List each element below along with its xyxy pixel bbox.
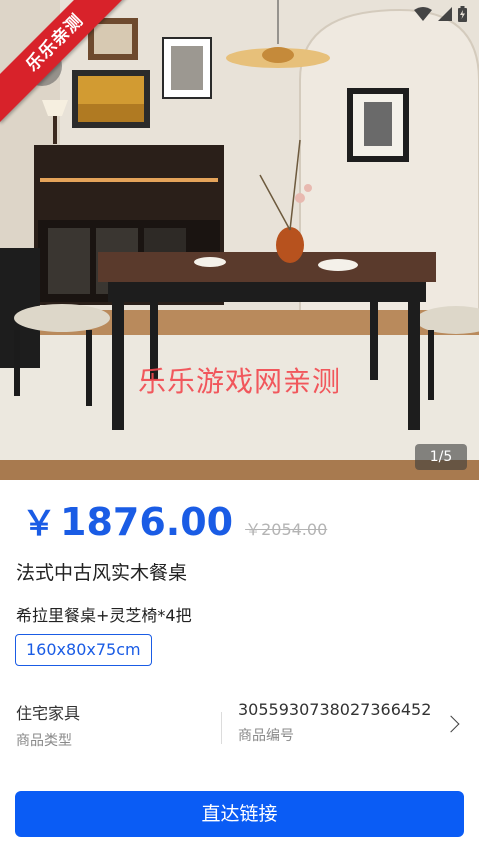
status-bar [414, 6, 467, 22]
chevron-right-icon[interactable] [442, 715, 460, 733]
size-option-chip[interactable]: 160x80x75cm [15, 634, 152, 666]
battery-icon [458, 6, 467, 22]
wifi-icon [414, 7, 432, 21]
dining-room-photo [0, 0, 479, 480]
signal-icon [438, 7, 452, 21]
product-variant: 希拉里餐桌+灵芝椅*4把 [16, 606, 192, 625]
product-image-gallery[interactable]: 乐乐亲测 乐乐游戏网亲测 1/5 [0, 0, 479, 480]
price-row: ￥ 1876.00 ￥2054.00 [22, 496, 327, 545]
sku-label: 商品编号 [238, 728, 294, 744]
current-price: 1876.00 [60, 500, 234, 544]
product-meta-row[interactable]: 住宅家具 商品类型 3055930738027366452 商品编号 [0, 700, 479, 756]
meta-divider [221, 712, 222, 744]
category-label: 商品类型 [16, 733, 72, 749]
sku-value: 3055930738027366452 [238, 700, 432, 719]
watermark-text: 乐乐游戏网亲测 [138, 365, 342, 398]
category-block: 住宅家具 商品类型 [16, 700, 80, 750]
direct-link-button[interactable]: 直达链接 [15, 791, 464, 837]
category-value: 住宅家具 [16, 704, 81, 723]
price-currency: ￥ [22, 504, 56, 544]
image-page-indicator: 1/5 [415, 444, 467, 470]
sku-block: 3055930738027366452 商品编号 [238, 700, 431, 745]
product-title: 法式中古风实木餐桌 [16, 562, 188, 584]
original-price: ￥2054.00 [245, 520, 328, 539]
